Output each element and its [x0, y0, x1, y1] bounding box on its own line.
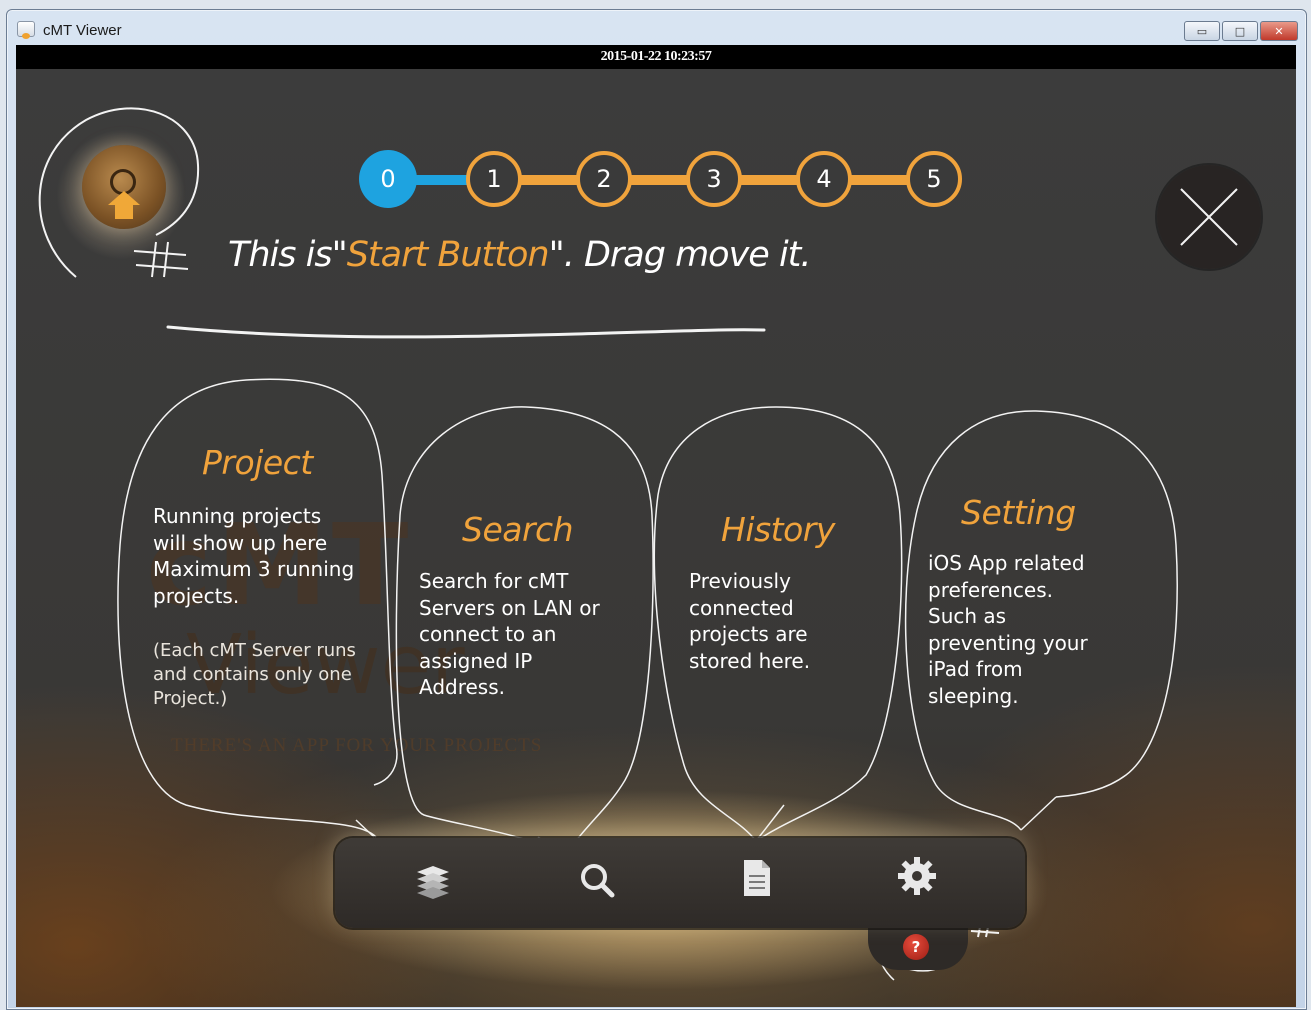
datetime-bar: 2015-01-22 10:23:57 — [16, 45, 1296, 69]
close-tutorial-button[interactable] — [1157, 165, 1261, 269]
close-window-button[interactable]: ✕ — [1260, 21, 1298, 41]
step-5[interactable]: 5 — [906, 151, 962, 207]
help-button[interactable]: ? — [903, 934, 929, 960]
step-4[interactable]: 4 — [796, 151, 852, 207]
step-2[interactable]: 2 — [576, 151, 632, 207]
setting-bubble-text: iOS App related preferences. Such as pre… — [928, 551, 1088, 708]
project-bubble-text: Running projects will show up here Maxim… — [153, 504, 355, 608]
instruction-highlight: Start Button — [346, 235, 550, 275]
start-button[interactable] — [82, 145, 166, 229]
project-bubble-note: (Each cMT Server runs and contains only … — [153, 640, 356, 709]
viewer-canvas: 2015-01-22 10:23:57 cMT Viewer THERE'S A… — [16, 45, 1296, 1007]
close-x-icon — [1180, 188, 1238, 246]
datetime-text: 2015-01-22 10:23:57 — [600, 49, 712, 64]
history-document-icon[interactable] — [734, 856, 778, 900]
search-bubble-text: Search for cMT Servers on LAN or connect… — [419, 569, 600, 699]
search-bubble-title: Search — [462, 510, 574, 549]
title-bar[interactable]: cMT Viewer ▭ □ ✕ — [7, 10, 1306, 46]
window-title: cMT Viewer — [43, 22, 122, 39]
maximize-button[interactable]: □ — [1222, 21, 1258, 41]
app-window: cMT Viewer ▭ □ ✕ 2015-01-22 10:23:57 cMT… — [6, 9, 1307, 1010]
minimize-button[interactable]: ▭ — [1184, 21, 1220, 41]
instruction-prefix: This is" — [228, 235, 348, 275]
app-logo-icon — [17, 21, 35, 39]
bottom-dock — [335, 838, 1025, 928]
step-1[interactable]: 1 — [466, 151, 522, 207]
tutorial-instruction: This is"Start Button". Drag move it. — [228, 235, 812, 275]
search-icon[interactable] — [575, 858, 619, 902]
watermark-tagline: THERE'S AN APP FOR YOUR PROJECTS — [171, 735, 543, 756]
tutorial-step-indicator: 0 1 2 3 4 5 — [359, 150, 969, 211]
step-0[interactable]: 0 — [359, 150, 417, 208]
step-3[interactable]: 3 — [686, 151, 742, 207]
projects-stack-icon[interactable] — [411, 860, 455, 904]
setting-bubble-title: Setting — [961, 493, 1076, 532]
project-bubble-title: Project — [202, 443, 313, 482]
instruction-suffix: ". Drag move it. — [548, 235, 812, 275]
history-bubble-text: Previously connected projects are stored… — [689, 569, 811, 673]
history-bubble-title: History — [721, 510, 835, 549]
settings-gear-icon[interactable] — [895, 854, 939, 898]
window-controls: ▭ □ ✕ — [1184, 21, 1298, 41]
